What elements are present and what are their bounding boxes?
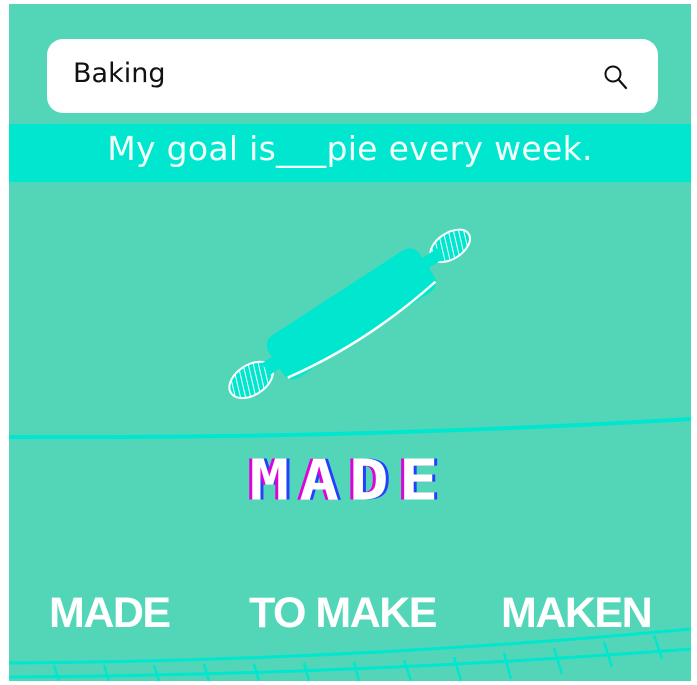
app-canvas: Baking My goal is___pie every week. MADE… <box>9 4 691 681</box>
search-bar[interactable]: Baking <box>47 39 658 113</box>
divider-line <box>9 417 691 440</box>
goal-prompt-band: My goal is___pie every week. <box>9 124 691 182</box>
search-input[interactable]: Baking <box>73 58 165 89</box>
search-icon[interactable] <box>602 63 630 91</box>
goal-prompt-text: My goal is___pie every week. <box>107 129 593 168</box>
floor-grid <box>9 627 691 681</box>
made-logo: MADE <box>249 447 449 514</box>
rolling-pin-icon <box>228 228 471 400</box>
